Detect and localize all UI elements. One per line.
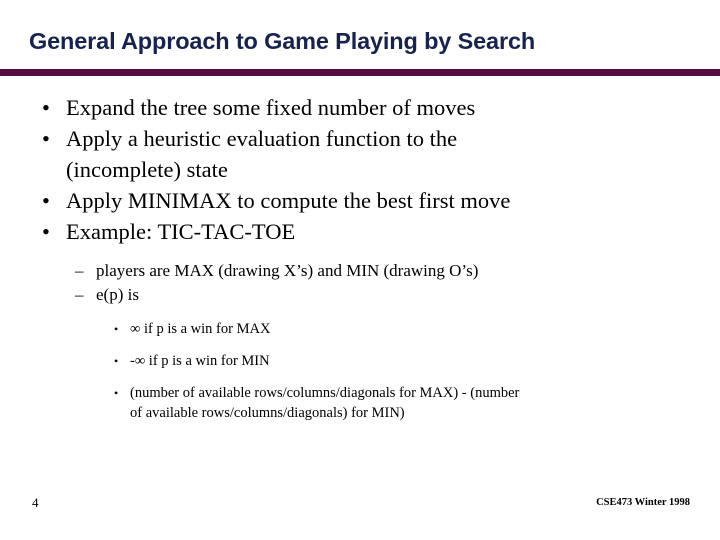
bullet-dot-icon: • [42, 219, 50, 244]
bullet-text: Expand the tree some fixed number of mov… [66, 95, 476, 120]
sub-sub-bullet-text-wrap: of available rows/columns/diagonals) for… [130, 405, 405, 421]
title-divider-rule [0, 69, 720, 76]
slide-canvas: General Approach to Game Playing by Sear… [0, 0, 720, 540]
bullet-text: Apply a heuristic evaluation function to… [66, 126, 458, 151]
sub-bullet-item-2: – e(p) is [0, 283, 720, 307]
bullet-text: Apply MINIMAX to compute the best first … [66, 188, 511, 213]
sub-sub-bullet-item-1: • ∞ if p is a win for MAX [0, 319, 720, 339]
sub-sub-bullet-text: -∞ if p is a win for MIN [130, 353, 270, 369]
bullet-dot-icon: • [42, 95, 50, 120]
bullet-text: Example: TIC-TAC-TOE [66, 219, 296, 244]
footer-course-note: CSE473 Winter 1998 [596, 497, 690, 508]
bullet-dot-icon: • [114, 322, 119, 336]
bullet-dot-icon: • [42, 126, 50, 151]
sub-sub-bullet-item-2: • -∞ if p is a win for MIN [0, 351, 720, 371]
slide-number: 4 [32, 495, 39, 510]
sub-sub-bullet-text: (number of available rows/columns/diagon… [130, 385, 520, 401]
bullet-dot-icon: • [114, 354, 119, 368]
sub-sub-bullet-item-3: • (number of available rows/columns/diag… [0, 383, 720, 423]
bullet-item-3: • Apply MINIMAX to compute the best firs… [0, 185, 720, 216]
footer: 4 CSE473 Winter 1998 [0, 494, 720, 522]
sub-bullet-text: e(p) is [96, 285, 139, 304]
bullet-dot-icon: • [114, 386, 119, 400]
page-title: General Approach to Game Playing by Sear… [29, 28, 536, 54]
slide-body: • Expand the tree some fixed number of m… [0, 92, 720, 423]
title-block: General Approach to Game Playing by Sear… [0, 26, 720, 62]
bullet-item-1: • Expand the tree some fixed number of m… [0, 92, 720, 123]
bullet-item-2: • Apply a heuristic evaluation function … [0, 123, 720, 185]
sub-sub-bullet-text: ∞ if p is a win for MAX [130, 321, 271, 337]
bullet-dash-icon: – [75, 261, 84, 280]
bullet-item-4: • Example: TIC-TAC-TOE [0, 216, 720, 247]
bullet-text-wrap: (incomplete) state [66, 157, 228, 182]
sub-bullet-item-1: – players are MAX (drawing X’s) and MIN … [0, 259, 720, 283]
sub-bullet-text: players are MAX (drawing X’s) and MIN (d… [96, 261, 479, 280]
bullet-dot-icon: • [42, 188, 50, 213]
bullet-dash-icon: – [75, 285, 84, 304]
